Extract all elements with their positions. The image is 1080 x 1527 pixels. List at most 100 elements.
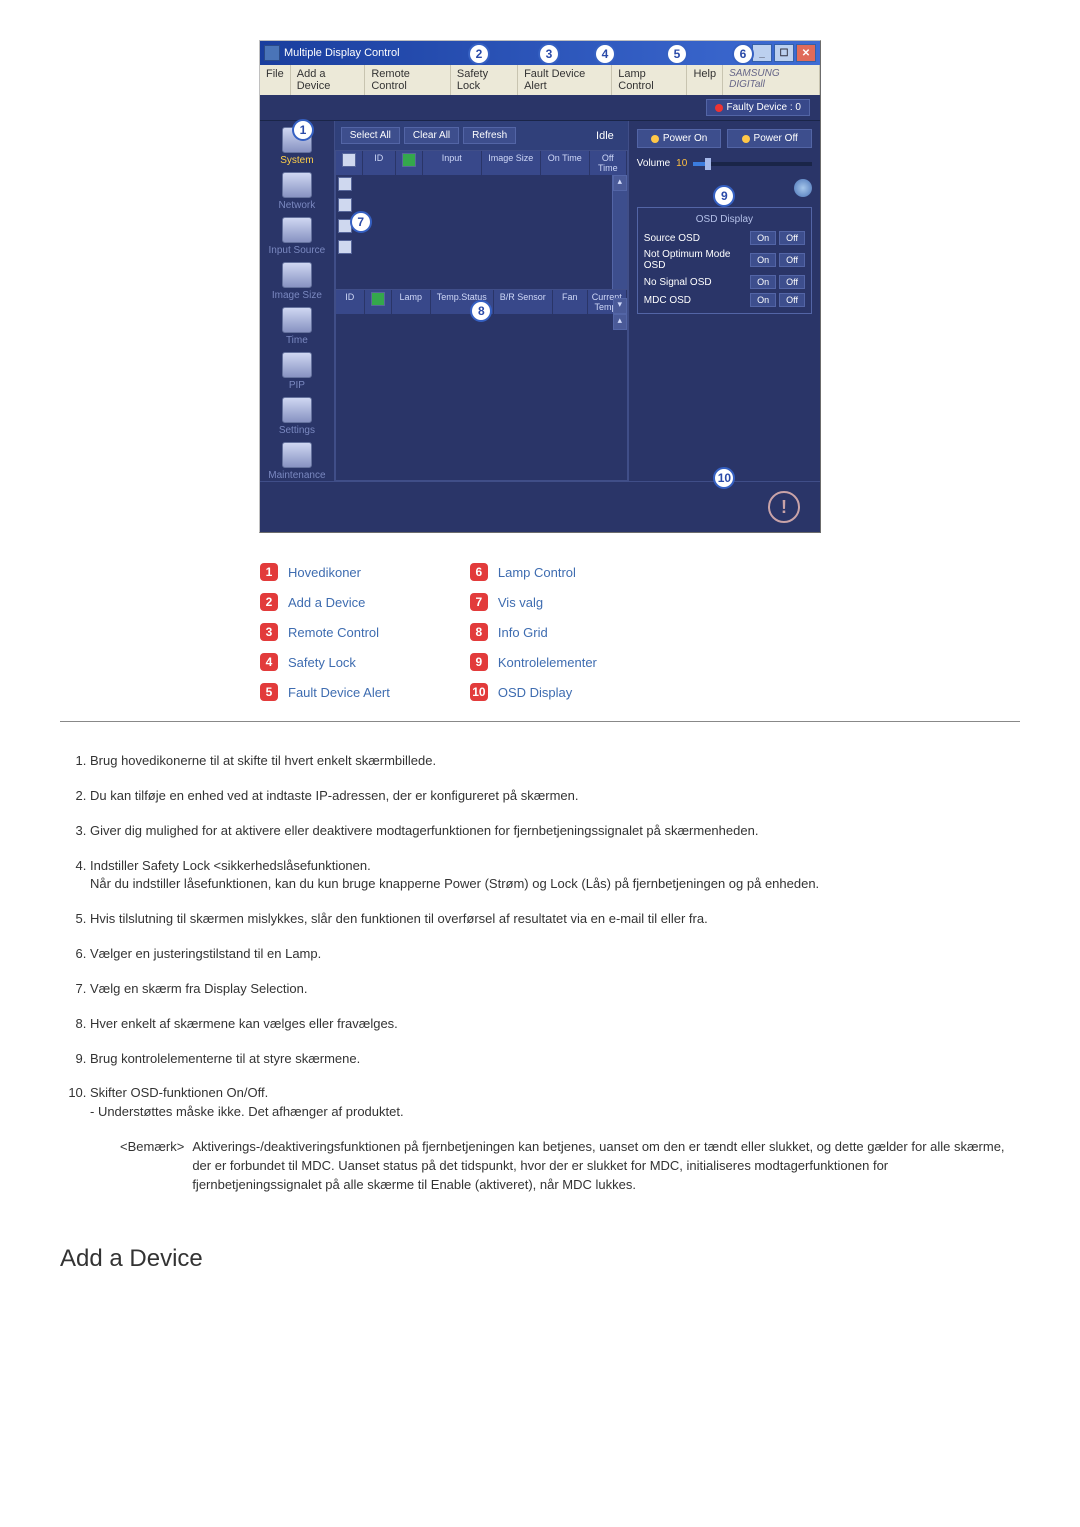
osd-on-button[interactable]: On (750, 231, 776, 245)
scrollbar[interactable]: ▴ (612, 175, 627, 289)
menu-help[interactable]: Help (687, 65, 723, 95)
annotation-6: 6 (732, 43, 754, 65)
annotation-9: 9 (713, 185, 735, 207)
annotation-10: 10 (713, 467, 735, 489)
legend-label: OSD Display (498, 685, 572, 700)
legend-label: Vis valg (498, 595, 543, 610)
osd-label: Source OSD (644, 233, 700, 244)
sidebar-item-pip[interactable]: PIP (282, 352, 312, 391)
power-off-button[interactable]: Power Off (727, 129, 812, 148)
faulty-device-badge: Faulty Device : 0 (706, 99, 810, 116)
network-icon (282, 172, 312, 198)
legend: 1Hovedikoner 2Add a Device 3Remote Contr… (260, 563, 820, 701)
alert-led-icon (715, 104, 723, 112)
sidebar-item-label: Settings (279, 425, 315, 436)
statusbar: Faulty Device : 0 (260, 95, 820, 121)
osd-title: OSD Display (644, 214, 805, 225)
scroll-up-icon[interactable]: ▴ (613, 175, 627, 191)
sidebar-item-network[interactable]: Network (279, 172, 316, 211)
control-panel: Power On Power Off Volume 10 9 OSD Displ… (628, 121, 820, 481)
legend-num: 1 (260, 563, 278, 581)
menubar: File Add a Device Remote Control Safety … (260, 65, 820, 95)
annotation-2: 2 (468, 43, 490, 65)
text: Når du indstiller låsefunktionen, kan du… (90, 876, 819, 891)
list-item: Hver enkelt af skærmene kan vælges eller… (90, 1015, 1020, 1034)
menu-remote-control[interactable]: Remote Control (365, 65, 451, 95)
osd-off-button[interactable]: Off (779, 231, 805, 245)
close-button[interactable]: ✕ (796, 44, 816, 62)
power-icon (371, 292, 385, 306)
col-input: Input (423, 151, 482, 175)
volume-slider[interactable] (693, 162, 812, 166)
grid-toolbar: Select All Clear All Refresh Idle (335, 121, 628, 150)
section-heading: Add a Device (60, 1245, 1020, 1273)
pip-icon (282, 352, 312, 378)
sidebar-item-time[interactable]: Time (282, 307, 312, 346)
legend-num: 5 (260, 683, 278, 701)
annotation-3: 3 (538, 43, 560, 65)
list-item: Hvis tilslutning til skærmen mislykkes, … (90, 910, 1020, 929)
osd-display-box: OSD Display Source OSD OnOff Not Optimum… (637, 207, 812, 314)
legend-label: Info Grid (498, 625, 548, 640)
sidebar-item-label: Time (286, 335, 308, 346)
menu-fault-device[interactable]: Fault Device Alert (518, 65, 612, 95)
legend-num: 10 (470, 683, 488, 701)
device-grid: ID Input Image Size On Time Off Time 7 (335, 150, 628, 481)
clear-all-button[interactable]: Clear All (404, 127, 459, 144)
col-off-time: Off Time (590, 151, 627, 175)
row-checkbox[interactable] (338, 240, 352, 254)
osd-on-button[interactable]: On (750, 293, 776, 307)
row-checkbox[interactable] (338, 198, 352, 212)
legend-label: Fault Device Alert (288, 685, 390, 700)
osd-on-button[interactable]: On (750, 253, 776, 267)
menu-lamp-control[interactable]: Lamp Control (612, 65, 687, 95)
checkbox-icon[interactable] (342, 153, 356, 167)
osd-label: MDC OSD (644, 295, 691, 306)
menu-safety-lock[interactable]: Safety Lock (451, 65, 518, 95)
sidebar-item-label: PIP (289, 380, 305, 391)
select-all-button[interactable]: Select All (341, 127, 400, 144)
power-on-label: Power On (663, 133, 707, 144)
faulty-count: Faulty Device : 0 (727, 102, 801, 113)
osd-row-notoptimum: Not Optimum Mode OSD OnOff (644, 249, 805, 271)
sidebar-item-label: Network (279, 200, 316, 211)
speaker-icon[interactable] (794, 179, 812, 197)
note-label: <Bemærk> (120, 1138, 184, 1195)
image-size-icon (282, 262, 312, 288)
sidebar-item-maintenance[interactable]: Maintenance (268, 442, 325, 481)
legend-label: Safety Lock (288, 655, 356, 670)
list-item: Skifter OSD-funktionen On/Off. - Underst… (90, 1084, 1020, 1194)
list-item: Du kan tilføje en enhed ved at indtaste … (90, 787, 1020, 806)
sidebar: 1 System Network Input Source Image Size… (260, 121, 335, 481)
app-icon (264, 45, 280, 61)
menu-file[interactable]: File (260, 65, 291, 95)
row-checkbox[interactable] (338, 177, 352, 191)
legend-num: 6 (470, 563, 488, 581)
osd-off-button[interactable]: Off (779, 253, 805, 267)
legend-num: 9 (470, 653, 488, 671)
refresh-button[interactable]: Refresh (463, 127, 516, 144)
legend-num: 3 (260, 623, 278, 641)
volume-row: Volume 10 (637, 158, 812, 169)
lower-grid: ID Lamp Temp.Status B/R Sensor Fan Curre… (336, 290, 627, 314)
scroll-up-icon[interactable]: ▴ (613, 314, 627, 330)
maintenance-icon (282, 442, 312, 468)
sidebar-item-label: Maintenance (268, 470, 325, 481)
volume-value: 10 (676, 158, 687, 169)
osd-on-button[interactable]: On (750, 275, 776, 289)
sidebar-item-image-size[interactable]: Image Size (272, 262, 322, 301)
sidebar-item-input-source[interactable]: Input Source (269, 217, 326, 256)
maximize-button[interactable]: ☐ (774, 44, 794, 62)
legend-num: 8 (470, 623, 488, 641)
osd-label: Not Optimum Mode OSD (644, 249, 746, 271)
osd-row-mdc: MDC OSD OnOff (644, 293, 805, 307)
power-on-button[interactable]: Power On (637, 129, 722, 148)
minimize-button[interactable]: _ (752, 44, 772, 62)
menu-add-device[interactable]: Add a Device (291, 65, 366, 95)
volume-label: Volume (637, 158, 670, 169)
power-off-label: Power Off (754, 133, 798, 144)
osd-off-button[interactable]: Off (779, 275, 805, 289)
scroll-down-icon[interactable]: ▾ (613, 298, 627, 314)
osd-off-button[interactable]: Off (779, 293, 805, 307)
sidebar-item-settings[interactable]: Settings (279, 397, 315, 436)
